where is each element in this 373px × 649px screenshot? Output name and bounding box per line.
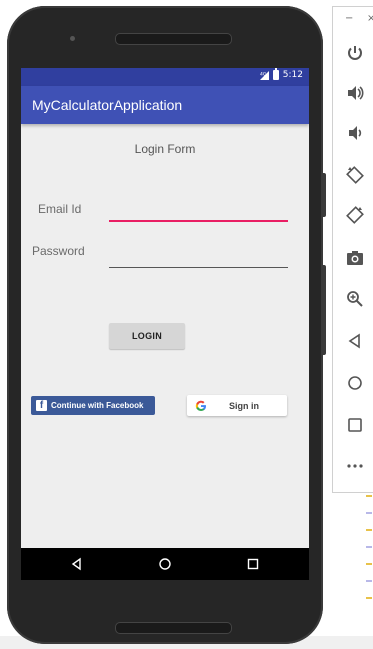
back-icon[interactable] [69,556,85,572]
password-label: Password [32,244,85,258]
editor-gutter-mark [366,546,372,548]
power-icon[interactable] [345,43,365,63]
home-icon[interactable] [157,556,173,572]
volume-up-icon[interactable] [345,83,365,103]
google-icon [195,400,206,411]
emulator-toolbar: − × [332,6,373,493]
bottom-speaker [115,622,232,634]
email-field-underline [109,220,288,222]
editor-gutter-mark [366,597,372,599]
battery-icon [272,68,279,80]
form-title: Login Form [134,142,196,156]
editor-gutter-mark [366,580,372,582]
rotate-left-icon[interactable] [345,165,365,185]
email-label: Email Id [38,202,82,216]
password-field[interactable] [109,244,291,268]
facebook-icon: f [36,400,47,411]
app-bar: MyCalculatorApplication [21,86,309,124]
power-side-button [322,265,326,355]
top-speaker [115,33,232,45]
editor-gutter-mark [366,495,372,497]
more-icon[interactable] [345,456,365,476]
back-icon[interactable] [345,331,365,351]
facebook-login-button[interactable]: f Continue with Facebook [31,396,155,415]
password-field-underline [109,267,288,268]
rotate-right-icon[interactable] [345,205,365,225]
home-icon[interactable] [345,373,365,393]
camera-icon[interactable] [345,248,365,268]
status-icons: 4G 5:12 [259,68,303,80]
signal-icon: 4G [259,70,269,80]
volume-down-icon[interactable] [345,123,365,143]
navigation-bar [21,548,309,580]
status-time: 5:12 [282,70,303,80]
emulator-toolbar-header: − × [333,7,373,33]
google-sign-in-button[interactable]: Sign in [187,395,287,416]
editor-gutter-mark [366,512,372,514]
volume-rocker [322,173,326,217]
overview-icon[interactable] [345,415,365,435]
zoom-icon[interactable] [345,289,365,309]
svg-text:4G: 4G [260,71,267,77]
editor-gutter-mark [366,529,372,531]
status-bar: 4G 5:12 [21,68,309,86]
recents-icon[interactable] [245,556,261,572]
minimize-button[interactable]: − [345,13,353,24]
front-camera [70,36,75,41]
close-button[interactable]: × [367,13,373,24]
google-sign-in-label: Sign in [229,400,259,411]
email-field[interactable] [109,198,291,222]
facebook-login-label: Continue with Facebook [51,401,144,410]
app-title: MyCalculatorApplication [32,97,183,113]
device-screen: 4G 5:12 MyCalculatorApplication Login Fo… [21,68,309,580]
login-button[interactable]: LOGIN [109,323,185,349]
editor-gutter-mark [366,563,372,565]
